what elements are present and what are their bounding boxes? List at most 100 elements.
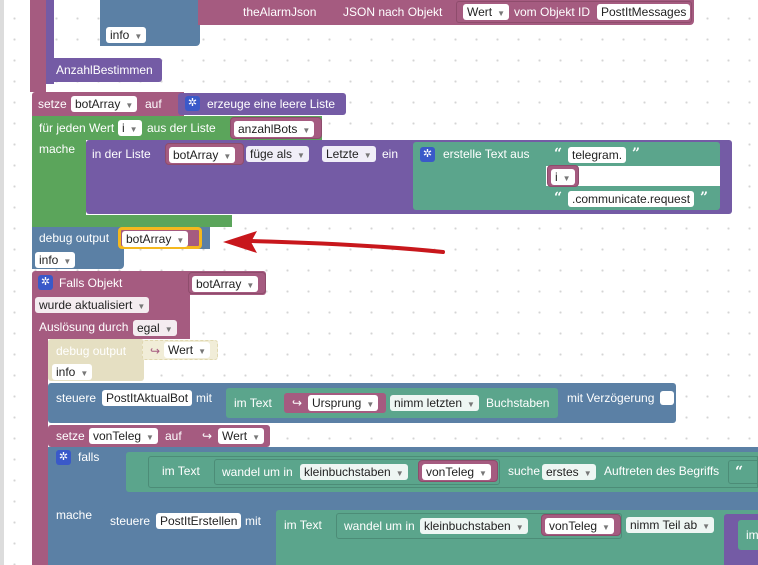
wert-dropdown[interactable]: Wert ▼ (463, 4, 510, 20)
chevron-down-icon: ▼ (129, 125, 138, 134)
communicate-field[interactable]: .communicate.request (568, 191, 695, 207)
arrow-return-icon: ↪ (150, 344, 161, 358)
chevron-down-icon: ▼ (223, 152, 232, 161)
debug-wert-dropdown[interactable]: Wert ▼ (164, 342, 211, 358)
gear-icon[interactable]: ✲ (56, 450, 71, 465)
nimm-letzten-dropdown[interactable]: nimm letzten ▼ (390, 395, 479, 411)
postit-erstellen-field[interactable]: PostItErstellen (156, 513, 242, 529)
von-teleg-2-getter[interactable]: vonTeleg ▼ (541, 514, 621, 536)
falls-objekt-label: Falls Objekt (59, 276, 123, 290)
steuere-label: steuere (56, 391, 97, 405)
verzoegerung-checkbox[interactable] (660, 391, 674, 405)
chevron-down-icon: ▼ (198, 347, 207, 356)
chevron-down-icon: ▼ (479, 469, 487, 478)
i-label: i (555, 170, 558, 184)
debug-2-info-dropdown[interactable]: info ▼ (52, 364, 93, 380)
i-dropdown[interactable]: i ▼ (551, 169, 575, 185)
fuer-jeden-wert-label: für jeden Wert (39, 121, 115, 135)
mache-2-label: mache (56, 508, 93, 522)
fuege-als-dropdown[interactable]: füge als ▼ (246, 146, 309, 162)
debug-info-dropdown[interactable]: info ▼ (35, 252, 76, 268)
debug-bot-array-getter[interactable]: botArray ▼ (118, 227, 202, 249)
debug-bot-array-label: botArray (126, 232, 172, 246)
anzahl-bestimmen-label: AnzahlBestimmen (56, 63, 153, 77)
gear-icon[interactable]: ✲ (420, 147, 435, 162)
insert-bot-array-label: botArray (173, 148, 219, 162)
chevron-down-icon: ▼ (137, 302, 146, 311)
wert-dropdown-label: Wert (467, 5, 493, 19)
im-text-label: im Text (234, 396, 272, 410)
kleinbuchstaben-dropdown[interactable]: kleinbuchstaben ▼ (300, 464, 408, 480)
egal-dropdown[interactable]: egal ▼ (133, 320, 177, 336)
anzahl-bots-dropdown[interactable]: anzahlBots ▼ (234, 121, 315, 137)
aus-der-liste-label: aus der Liste (147, 121, 216, 135)
falls-if-bottom-stub (48, 560, 108, 565)
debug-output-2-label: debug output (56, 344, 127, 358)
json-nach-objekt-label: JSON nach Objekt (343, 5, 443, 19)
auf-2-label: auf (165, 429, 182, 443)
in-der-liste-label: in der Liste (92, 147, 151, 161)
von-teleg-2-dropdown[interactable]: vonTeleg ▼ (545, 518, 614, 534)
insert-bot-array-getter[interactable]: botArray ▼ (165, 143, 244, 165)
auftreten-label: Auftreten des Begriffs (604, 464, 720, 478)
insert-bot-array-dropdown[interactable]: botArray ▼ (169, 147, 236, 163)
letzte-dropdown[interactable]: Letzte ▼ (322, 146, 376, 162)
anzahl-bots-getter[interactable]: anzahlBots ▼ (230, 117, 322, 139)
nimm-teil-ab-dropdown[interactable]: nimm Teil ab ▼ (626, 517, 715, 533)
postit-messages-field[interactable]: PostItMessages (597, 4, 691, 20)
gear-icon[interactable]: ✲ (185, 96, 200, 111)
loop-var-dropdown[interactable]: i ▼ (118, 120, 142, 136)
chevron-down-icon: ▼ (297, 151, 305, 160)
debug-bot-array-dropdown[interactable]: botArray ▼ (122, 231, 189, 247)
falls-bot-array-dropdown[interactable]: botArray ▼ (192, 276, 259, 292)
von-teleg-label: vonTeleg (93, 429, 142, 443)
setze-2-label: setze (56, 429, 85, 443)
mit-verzoegerung-label: mit Verzögerung (567, 391, 655, 405)
falls-objekt-spine[interactable] (32, 339, 48, 565)
annotation-arrow-icon (223, 231, 445, 254)
von-teleg-dropdown[interactable]: vonTeleg ▼ (89, 428, 158, 444)
kleinbuchstaben-label: kleinbuchstaben (304, 465, 391, 479)
info-dropdown-top[interactable]: info ▼ (106, 27, 147, 43)
info-label-top: info (110, 28, 130, 42)
chevron-down-icon: ▼ (252, 433, 261, 442)
chevron-down-icon: ▼ (125, 101, 134, 110)
arrow-return-icon: ↪ (202, 429, 213, 443)
falls-bot-array-getter[interactable]: botArray ▼ (188, 272, 266, 294)
mit-label: mit (196, 391, 212, 405)
gear-icon[interactable]: ✲ (38, 275, 53, 290)
telegram-label: telegram. (572, 148, 623, 162)
chevron-down-icon: ▼ (702, 522, 711, 531)
bot-array-dropdown[interactable]: botArray ▼ (71, 96, 138, 112)
erstelle-text-aus-label: erstelle Text aus (443, 147, 530, 161)
wurde-aktualisiert-dropdown[interactable]: wurde aktualisiert ▼ (35, 297, 150, 313)
chevron-down-icon: ▼ (363, 151, 372, 160)
telegram-field[interactable]: telegram. (568, 147, 627, 163)
vom-objekt-id-label: vom Objekt ID (514, 5, 591, 19)
falls-bot-array-label: botArray (196, 277, 242, 291)
suche-label: suche (508, 464, 541, 478)
kleinbuchstaben-2-label: kleinbuchstaben (424, 519, 511, 533)
loop-var-label: i (122, 121, 125, 135)
von-teleg-2-label: vonTeleg (549, 519, 598, 533)
anzahl-bots-label: anzahlBots (238, 122, 298, 136)
chevron-down-icon: ▼ (497, 9, 506, 18)
ursprung-label: Ursprung (312, 396, 362, 410)
von-teleg-getter[interactable]: vonTeleg ▼ (418, 460, 498, 482)
aktual-bot-field[interactable]: PostItAktualBot (102, 390, 193, 406)
ursprung-dropdown[interactable]: Ursprung ▼ (308, 395, 379, 411)
debug-wert-label: Wert (168, 343, 194, 357)
buchstaben-label: Buchstaben (486, 396, 550, 410)
i-getter[interactable]: i ▼ (547, 165, 579, 187)
event-spine-outer (30, 0, 46, 92)
chevron-down-icon: ▼ (366, 400, 375, 409)
kleinbuchstaben-2-dropdown[interactable]: kleinbuchstaben ▼ (420, 518, 528, 534)
wandel-um-in-2-label: wandel um in (344, 519, 415, 533)
von-teleg-getter-dropdown[interactable]: vonTeleg ▼ (422, 464, 491, 480)
setze-wert-dropdown[interactable]: Wert ▼ (218, 428, 265, 444)
chevron-down-icon: ▼ (63, 257, 72, 266)
fuege-als-label: füge als (250, 147, 293, 161)
for-each-loop-footer[interactable] (32, 215, 232, 227)
communicate-label: .communicate.request (572, 192, 691, 206)
erstes-dropdown[interactable]: erstes ▼ (542, 464, 596, 480)
